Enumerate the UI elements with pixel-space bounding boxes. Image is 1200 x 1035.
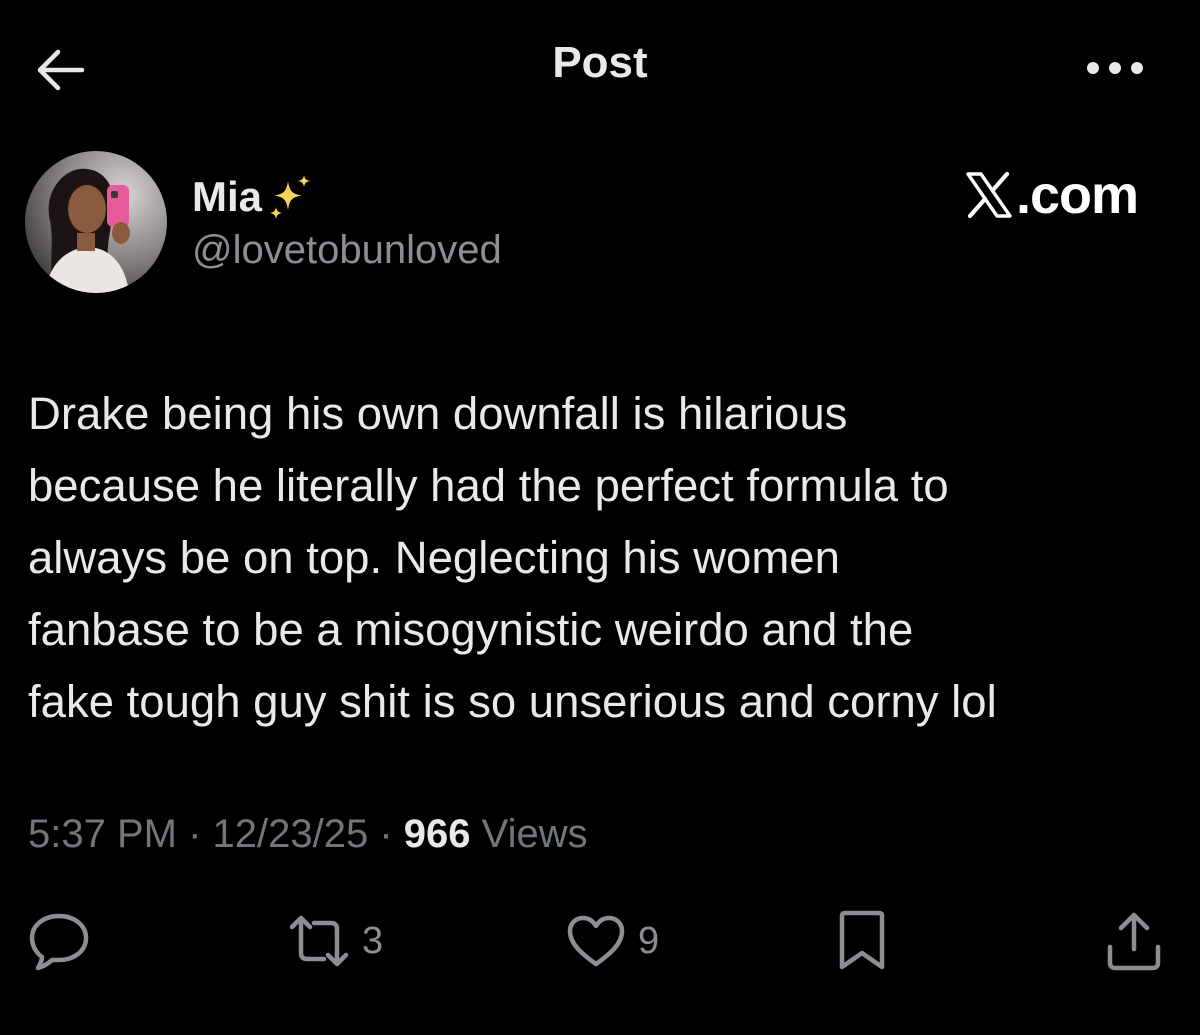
- meta-separator: ·: [176, 812, 213, 856]
- avatar-image: [25, 151, 167, 293]
- watermark-text: .com: [1016, 165, 1139, 225]
- heart-icon: [567, 915, 625, 967]
- more-options-button[interactable]: [1080, 46, 1150, 90]
- reply-button[interactable]: [28, 906, 90, 976]
- bookmark-icon: [839, 910, 885, 970]
- x-com-watermark: .com: [964, 165, 1139, 225]
- post-meta: 5:37 PM · 12/23/25 · 966 Views: [28, 812, 588, 857]
- user-handle[interactable]: @lovetobunloved: [192, 228, 502, 273]
- more-horizontal-icon: [1087, 62, 1143, 74]
- repost-icon: [289, 915, 349, 967]
- bookmark-button[interactable]: [834, 906, 890, 976]
- display-name[interactable]: Mia: [192, 173, 262, 221]
- repost-count: 3: [362, 919, 384, 962]
- reply-icon: [29, 913, 89, 971]
- share-button[interactable]: [1104, 906, 1164, 976]
- views-count[interactable]: 966: [404, 812, 471, 856]
- like-button[interactable]: 9: [566, 906, 659, 976]
- meta-separator: ·: [368, 812, 404, 856]
- x-logo-icon: [966, 171, 1012, 219]
- top-bar: Post: [0, 0, 1200, 140]
- post-date: 12/23/25: [212, 812, 369, 856]
- display-name-row: Mia: [192, 170, 314, 224]
- page-title: Post: [552, 38, 648, 87]
- avatar[interactable]: [25, 151, 167, 293]
- post-text: Drake being his own downfall is hilariou…: [28, 388, 997, 727]
- like-count: 9: [638, 919, 660, 962]
- views-label: Views: [481, 812, 588, 856]
- share-icon: [1107, 912, 1161, 971]
- post-time: 5:37 PM: [28, 812, 177, 856]
- sparkles-icon: [270, 175, 311, 219]
- repost-button[interactable]: 3: [288, 906, 383, 976]
